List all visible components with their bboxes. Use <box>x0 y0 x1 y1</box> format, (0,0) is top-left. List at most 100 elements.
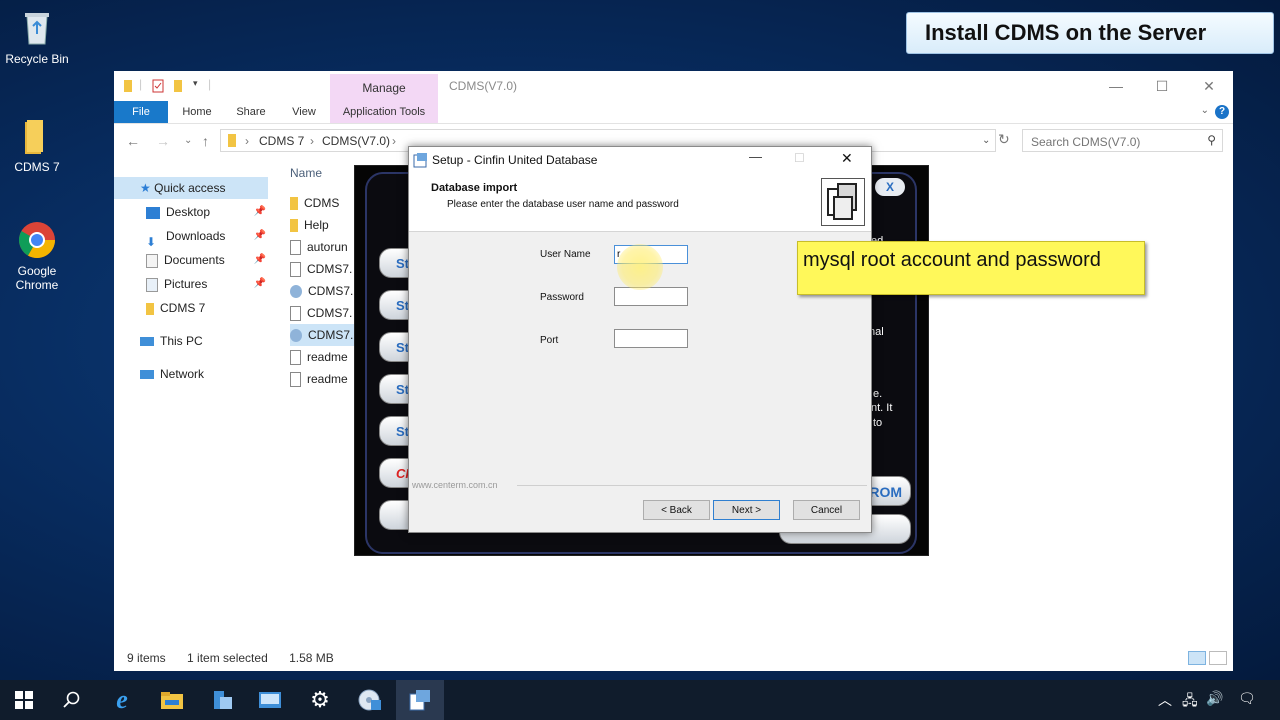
tab-manage[interactable]: Manage <box>330 74 438 101</box>
show-hidden-icons-icon[interactable]: ︿ <box>1158 690 1172 710</box>
dialog-header: Database import Please enter the databas… <box>409 173 871 232</box>
minimize-icon[interactable]: — <box>749 149 762 164</box>
sidebar-item-downloads[interactable]: ⬇ Downloads 📌 <box>146 225 266 249</box>
large-icons-view-icon[interactable] <box>1209 651 1227 665</box>
network-status-icon[interactable]: 🖧 <box>1182 690 1198 714</box>
breadcrumb-chevron-icon: › <box>245 134 249 148</box>
sidebar-item-network[interactable]: Network <box>140 363 260 385</box>
search-taskbar-button[interactable] <box>48 680 96 720</box>
forward-arrow-icon[interactable]: → <box>156 133 170 149</box>
search-icon[interactable]: ⚲ <box>1207 133 1216 147</box>
tab-application-tools[interactable]: Application Tools <box>330 101 438 123</box>
close-icon[interactable]: ✕ <box>1195 75 1223 97</box>
notifications-icon[interactable]: 🗨 <box>1238 690 1256 707</box>
details-view-icon[interactable] <box>1187 651 1206 665</box>
recent-locations-icon[interactable]: ⌄ <box>184 135 192 146</box>
taskbar-installer[interactable] <box>346 680 394 720</box>
list-item[interactable]: CDMS7. <box>290 280 360 302</box>
minimize-icon[interactable]: — <box>1102 75 1130 97</box>
desktop: Recycle Bin CDMS 7 Google Chrome Install… <box>0 0 1280 680</box>
list-item[interactable]: CDMS7. <box>290 302 360 324</box>
breadcrumb-item-cdmsv70[interactable]: CDMS(V7.0) <box>322 134 390 148</box>
breadcrumb-chevron-icon: › <box>392 134 396 148</box>
desktop-icon-cdms7[interactable]: CDMS 7 <box>0 116 74 174</box>
list-item[interactable]: CDMS <box>290 192 360 214</box>
close-icon[interactable]: ✕ <box>841 150 853 167</box>
taskbar-server-manager[interactable] <box>198 680 246 720</box>
computer-icon <box>140 337 154 347</box>
installer-disc-icon <box>358 689 381 711</box>
internet-explorer-icon: e <box>116 685 128 714</box>
sidebar-item-documents[interactable]: Documents 📌 <box>146 249 266 271</box>
navigation-pane: ★ Quick access Desktop 📌 ⬇ Downloads 📌 Do… <box>114 159 282 639</box>
desktop-icon <box>146 206 160 219</box>
desktop-icon-recycle-bin[interactable]: Recycle Bin <box>0 8 74 66</box>
properties-icon[interactable] <box>152 79 164 93</box>
pin-icon[interactable]: 📌 <box>254 273 266 295</box>
ribbon-tabs: File Home Share View Application Tools ⌄… <box>114 101 1233 124</box>
breadcrumb-chevron-icon: › <box>310 134 314 148</box>
list-item[interactable]: readme <box>290 346 360 368</box>
setup-icon <box>413 153 427 168</box>
taskbar-internet-explorer[interactable]: e <box>98 680 146 720</box>
pin-icon[interactable]: 📌 <box>254 225 266 247</box>
next-button[interactable]: Next > <box>713 500 780 520</box>
setup-dialog: Setup - Cinfin United Database — ☐ ✕ Dat… <box>408 146 872 533</box>
window-title: CDMS(V7.0) <box>449 79 518 93</box>
help-icon[interactable]: ? <box>1215 105 1229 119</box>
control-panel-icon <box>259 692 281 708</box>
taskbar-setup-active[interactable] <box>396 680 444 720</box>
address-dropdown-icon[interactable]: ⌄ <box>982 135 990 146</box>
tutorial-banner: Install CDMS on the Server <box>906 12 1274 54</box>
dialog-titlebar: Setup - Cinfin United Database — ☐ ✕ <box>409 147 871 173</box>
new-folder-icon[interactable] <box>172 79 184 93</box>
status-item-count: 9 items <box>127 651 166 665</box>
desktop-icon-chrome[interactable]: Google Chrome <box>0 220 74 292</box>
list-item[interactable]: CDMS7. <box>290 324 360 346</box>
header-subtitle: Please enter the database user name and … <box>447 199 679 210</box>
column-header-name[interactable]: Name <box>290 166 322 180</box>
up-arrow-icon[interactable]: ↑ <box>202 133 209 149</box>
sidebar-item-pictures[interactable]: Pictures 📌 <box>146 273 266 295</box>
cancel-button[interactable]: Cancel <box>793 500 860 520</box>
qat-dropdown-icon[interactable]: ▾ <box>193 78 198 89</box>
list-item[interactable]: Help <box>290 214 360 236</box>
vendor-url: www.centerm.com.cn <box>412 480 498 490</box>
installer-icon <box>290 285 302 299</box>
close-x-icon[interactable]: X <box>875 178 905 196</box>
text-file-icon <box>290 372 301 388</box>
back-button[interactable]: < Back <box>643 500 710 520</box>
sidebar-item-cdms7[interactable]: CDMS 7 <box>146 297 266 319</box>
list-item[interactable]: autorun <box>290 236 360 258</box>
volume-icon[interactable]: 🔊 <box>1206 690 1223 707</box>
taskbar-file-explorer[interactable] <box>148 680 196 720</box>
tab-view[interactable]: View <box>284 101 324 123</box>
port-input[interactable] <box>614 329 688 348</box>
sidebar-item-quick-access[interactable]: ★ Quick access <box>114 177 268 199</box>
taskbar-control-panel[interactable] <box>246 680 294 720</box>
tab-file[interactable]: File <box>114 101 168 123</box>
desktop-icon-label: CDMS 7 <box>14 160 60 174</box>
setup-icon <box>409 690 430 711</box>
server-manager-icon <box>214 691 232 709</box>
start-button[interactable] <box>0 680 48 720</box>
download-arrow-icon: ⬇ <box>146 234 157 249</box>
pin-icon[interactable]: 📌 <box>254 201 266 223</box>
search-input[interactable] <box>1029 131 1203 152</box>
maximize-icon[interactable]: ☐ <box>1148 75 1176 97</box>
list-item[interactable]: readme <box>290 368 360 390</box>
sidebar-item-this-pc[interactable]: This PC <box>140 330 260 352</box>
breadcrumb-item-cdms7[interactable]: CDMS 7 <box>259 134 304 148</box>
list-item[interactable]: CDMS7. <box>290 258 360 280</box>
back-arrow-icon[interactable]: ← <box>126 133 140 149</box>
sidebar-item-desktop[interactable]: Desktop 📌 <box>146 201 266 223</box>
taskbar-settings[interactable]: ⚙ <box>296 680 344 720</box>
tab-home[interactable]: Home <box>176 101 218 123</box>
tab-share[interactable]: Share <box>230 101 272 123</box>
file-explorer-icon <box>161 692 183 709</box>
search-box[interactable]: ⚲ <box>1022 129 1223 152</box>
expand-ribbon-icon[interactable]: ⌄ <box>1201 105 1209 116</box>
password-input[interactable] <box>614 287 688 306</box>
pin-icon[interactable]: 📌 <box>254 249 266 271</box>
refresh-icon[interactable]: ↻ <box>998 131 1010 148</box>
